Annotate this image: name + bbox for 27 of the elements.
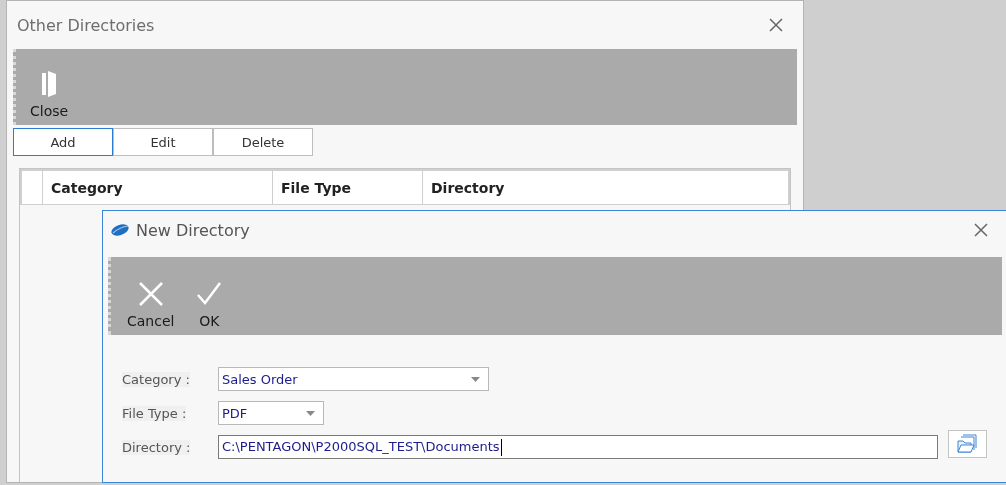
field-label: Category : [122,371,190,387]
action-button[interactable]: Edit [113,128,213,156]
close-icon[interactable] [769,18,783,32]
browse-button[interactable] [948,430,987,458]
action-button[interactable]: Add [13,128,113,156]
toolbar-button[interactable]: Cancel [123,281,179,329]
field-label: File Type : [122,405,187,421]
window-title: Other Directories [17,15,155,35]
close-icon[interactable] [974,223,988,237]
dropdown-arrow-icon[interactable] [471,376,480,382]
dropdown-field[interactable]: Sales Order [218,367,489,391]
input-field[interactable]: C:\PENTAGON\P2000SQL_TEST\Documents [218,435,938,459]
dropdown-field[interactable]: PDF [218,401,324,425]
checkmark-icon [196,281,223,307]
dropdown-arrow-icon[interactable] [306,410,315,416]
toolbar-button[interactable]: OK [192,281,227,329]
toolbar-button[interactable]: Close [26,71,73,119]
door-icon [42,71,57,97]
column-header[interactable]: File Type [272,171,422,204]
column-header[interactable]: Category [42,171,272,204]
field-label: Directory : [122,439,191,455]
dialog-title: New Directory [136,220,250,240]
app-logo-icon [110,223,130,237]
close-icon [137,281,164,307]
column-header[interactable]: Directory [422,171,788,204]
action-button[interactable]: Delete [213,128,313,156]
folder-icon [956,434,979,454]
